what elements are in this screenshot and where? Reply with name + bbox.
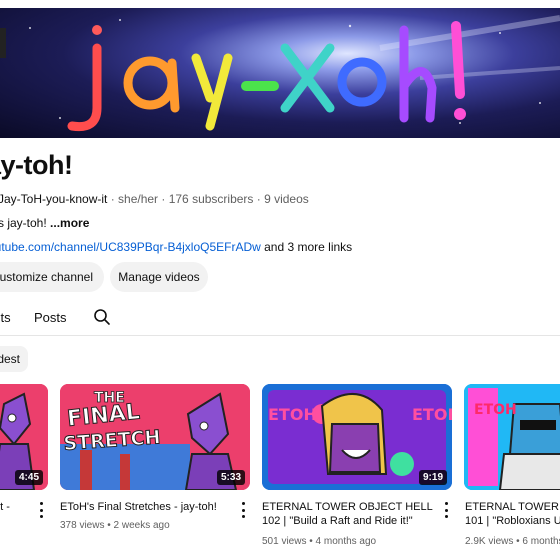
video-title-text: ETERNAL TOWER OF 101 | "Robloxians Ur	[465, 501, 560, 527]
more-links[interactable]: and 3 more links	[261, 240, 352, 254]
channel-links: outube.com/channel/UC839PBqr-B4jxloQ5EFr…	[0, 240, 352, 254]
channel-tabs: sts Posts	[0, 300, 560, 336]
channel-meta: Jay-ToH-you-know-it · she/her · 176 subs…	[0, 192, 309, 206]
more-link[interactable]: ...more	[50, 216, 89, 230]
thumb-text-etoh-left: ETOH	[268, 405, 317, 424]
video-meta: 2.9K views • 6 months a	[465, 536, 560, 547]
description-text: s jay-toh!	[0, 216, 51, 230]
video-thumbnail[interactable]: THE FINAL STRETCH 5:33	[60, 384, 250, 490]
more-options-icon[interactable]	[38, 502, 44, 518]
video-title[interactable]: ETERNAL TOWER OBJECT HELL 102 | "Build a…	[262, 500, 437, 528]
video-title[interactable]: EToH's Final Stretches - jay-toh!	[60, 500, 230, 514]
filter-chip-oldest[interactable]: dest	[0, 346, 28, 372]
video-duration: 4:45	[14, 470, 43, 485]
thumbnail-art: ETOH	[464, 384, 560, 490]
video-thumbnail[interactable]: ETOH ETOH 9:19	[262, 384, 452, 490]
channel-url-link[interactable]: outube.com/channel/UC839PBqr-B4jxloQ5EFr…	[0, 240, 261, 254]
channel-banner	[0, 8, 560, 138]
video-thumbnail[interactable]: 4:45	[0, 384, 48, 490]
tab-lists[interactable]: sts	[0, 310, 11, 325]
manage-videos-button[interactable]: Manage videos	[110, 262, 208, 292]
channel-name: ay-toh!	[0, 150, 73, 180]
video-duration: 5:33	[216, 470, 245, 485]
video-title[interactable]: nt -	[0, 500, 34, 514]
channel-description[interactable]: s jay-toh! ...more	[0, 216, 89, 230]
search-icon[interactable]	[93, 308, 111, 326]
more-options-icon[interactable]	[443, 502, 449, 518]
thumb-text-etoh: ETOH	[474, 402, 517, 418]
more-options-icon[interactable]	[240, 502, 246, 518]
customize-channel-button[interactable]: Customize channel	[0, 262, 104, 292]
tab-posts[interactable]: Posts	[34, 310, 67, 325]
video-meta: 378 views • 2 weeks ago	[60, 520, 170, 531]
channel-stats: · she/her · 176 subscribers · 9 videos	[107, 192, 309, 206]
channel-handle: Jay-ToH-you-know-it	[0, 192, 108, 206]
video-duration: 9:19	[418, 470, 447, 485]
video-title[interactable]: ETERNAL TOWER OF 101 | "Robloxians Ur	[465, 500, 560, 528]
video-meta: 501 views • 4 months ago	[262, 536, 377, 547]
video-thumbnail[interactable]: ETOH	[464, 384, 560, 490]
banner-art	[0, 15, 560, 132]
thumb-text-etoh-right: ETOH	[412, 405, 452, 424]
